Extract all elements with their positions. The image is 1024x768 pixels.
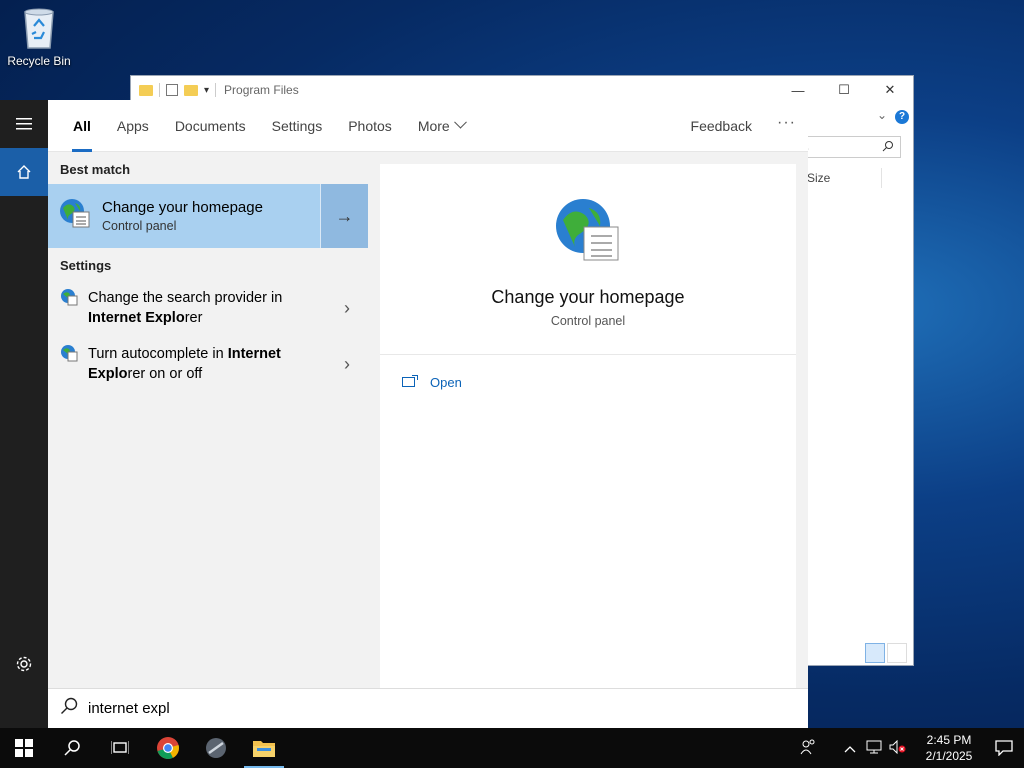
best-match-subtitle: Control panel xyxy=(102,219,177,233)
list-item[interactable]: Change the search provider in Internet E… xyxy=(48,280,368,336)
feedback-button[interactable]: Feedback xyxy=(691,100,752,152)
gear-icon xyxy=(16,656,32,672)
result-text: Change the search provider in xyxy=(88,290,283,306)
windows-logo-icon xyxy=(15,739,33,757)
system-tray: 2:45 PM 2/1/2025 xyxy=(796,728,1024,768)
taskbar: 2:45 PM 2/1/2025 xyxy=(0,728,1024,768)
tab-more[interactable]: More xyxy=(405,100,478,152)
network-icon[interactable] xyxy=(862,740,886,757)
search-input[interactable] xyxy=(88,700,688,717)
file-explorer-taskbar-button[interactable] xyxy=(240,728,288,768)
large-icons-view-button[interactable] xyxy=(887,643,907,663)
globe-settings-icon-large xyxy=(380,198,796,269)
task-view-button[interactable] xyxy=(96,728,144,768)
expand-preview-button[interactable]: → xyxy=(320,184,368,248)
details-view-button[interactable] xyxy=(865,643,885,663)
chrome-taskbar-button[interactable] xyxy=(144,728,192,768)
globe-settings-icon xyxy=(60,344,78,367)
home-button[interactable] xyxy=(0,148,48,196)
clock-date: 2/1/2025 xyxy=(925,749,973,763)
tab-all[interactable]: All xyxy=(60,100,104,152)
clock[interactable]: 2:45 PM 2/1/2025 xyxy=(914,732,984,764)
chevron-up-icon[interactable] xyxy=(838,741,862,756)
tab-more-label: More xyxy=(417,117,450,134)
recycle-bin-label: Recycle Bin xyxy=(7,54,71,68)
search-icon xyxy=(60,697,78,720)
maximize-button[interactable]: ☐ xyxy=(821,76,867,104)
clock-time: 2:45 PM xyxy=(926,733,972,747)
chevron-right-icon[interactable]: › xyxy=(344,354,350,375)
best-match-heading: Best match xyxy=(60,162,131,177)
globe-settings-icon xyxy=(58,197,92,236)
recycle-bin-desktop-icon[interactable]: Recycle Bin xyxy=(4,6,74,68)
notification-icon xyxy=(995,740,1013,756)
more-options-button[interactable]: ··· xyxy=(777,100,796,152)
start-rail xyxy=(0,100,48,728)
chrome-icon xyxy=(157,737,179,759)
dropdown-icon[interactable]: ▾ xyxy=(204,85,209,96)
explorer-title: Program Files xyxy=(224,83,299,97)
folder-icon xyxy=(253,741,275,757)
properties-icon[interactable] xyxy=(166,84,178,96)
action-center-button[interactable] xyxy=(984,740,1024,756)
preview-title: Change your homepage xyxy=(491,287,685,307)
result-text: Turn autocomplete in xyxy=(88,346,228,362)
open-label: Open xyxy=(430,375,462,390)
search-icon xyxy=(882,140,894,155)
folder-icon xyxy=(139,84,153,96)
search-panel: All Apps Documents Settings Photos More … xyxy=(48,100,808,728)
task-view-icon xyxy=(111,741,129,754)
app-icon xyxy=(206,738,226,758)
start-button[interactable] xyxy=(0,728,48,768)
tab-apps[interactable]: Apps xyxy=(104,100,162,152)
arrow-right-icon: → xyxy=(335,205,354,226)
volume-muted-icon[interactable] xyxy=(886,739,910,757)
app-taskbar-button[interactable] xyxy=(192,728,240,768)
chevron-right-icon[interactable]: › xyxy=(344,298,350,319)
globe-settings-icon xyxy=(60,288,78,311)
search-icon xyxy=(64,740,80,756)
search-bar[interactable] xyxy=(48,688,808,728)
tab-documents[interactable]: Documents xyxy=(162,100,259,152)
result-text-end: rer on or off xyxy=(127,366,203,382)
home-icon xyxy=(17,165,31,179)
open-action[interactable]: Open xyxy=(380,355,796,410)
column-divider[interactable] xyxy=(881,168,882,188)
settings-heading: Settings xyxy=(60,258,112,273)
list-item[interactable]: Turn autocomplete in Internet Explorer o… xyxy=(48,336,368,392)
best-match-open[interactable]: Change your homepage Control panel xyxy=(48,184,320,248)
new-folder-icon[interactable] xyxy=(184,84,198,96)
recycle-bin-icon xyxy=(19,6,59,50)
close-button[interactable]: ✕ xyxy=(867,76,913,104)
best-match-result[interactable]: Change your homepage Control panel → xyxy=(48,184,368,248)
column-header-size[interactable]: Size xyxy=(807,171,830,185)
settings-button[interactable] xyxy=(0,640,48,688)
preview-pane: Change your homepage Control panel Open xyxy=(380,164,796,688)
best-match-title: Change your homepage xyxy=(102,199,263,216)
results-list: Best match Change your homepage Control … xyxy=(48,152,368,728)
hamburger-icon xyxy=(16,118,32,130)
preview-subtitle: Control panel xyxy=(550,314,626,328)
help-icon[interactable]: ? xyxy=(895,110,909,124)
people-icon[interactable] xyxy=(796,739,820,758)
expand-menu-button[interactable] xyxy=(0,100,48,148)
search-tabs: All Apps Documents Settings Photos More … xyxy=(48,100,808,152)
chevron-down-icon xyxy=(453,115,467,129)
tab-photos[interactable]: Photos xyxy=(335,100,405,152)
chevron-down-icon[interactable]: ⌄ xyxy=(877,108,887,122)
open-icon xyxy=(402,375,418,390)
result-highlight: Internet Explo xyxy=(88,310,185,326)
tab-settings[interactable]: Settings xyxy=(259,100,336,152)
result-text-end: rer xyxy=(184,310,203,326)
search-button[interactable] xyxy=(48,728,96,768)
